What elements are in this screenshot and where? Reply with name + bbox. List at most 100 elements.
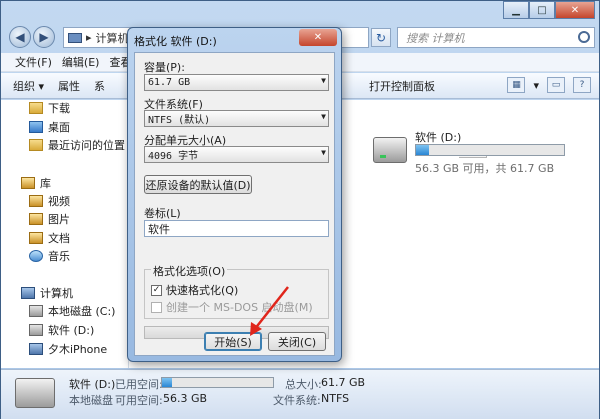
drive-usage-bar xyxy=(415,144,565,156)
drive-icon xyxy=(29,324,43,336)
allocation-value: 4096 字节 xyxy=(148,151,199,162)
refresh-icon: ↻ xyxy=(375,30,387,45)
drive-name: 软件 (D:) xyxy=(415,131,462,144)
nav-item-drive-c[interactable]: 本地磁盘 (C:) xyxy=(29,303,115,319)
phone-icon xyxy=(29,343,43,355)
nav-label: 夕木iPhone xyxy=(48,343,108,356)
capacity-select[interactable]: 61.7 GB ▼ xyxy=(144,74,329,91)
system-button-partial[interactable]: 系 xyxy=(94,78,105,94)
open-control-panel-button[interactable]: 打开控制面板 xyxy=(369,78,435,94)
status-drive-type: 本地磁盘 xyxy=(69,394,113,407)
change-view-icon[interactable]: ▦ xyxy=(507,77,526,93)
filesystem-value: NTFS (默认) xyxy=(148,115,211,126)
start-button[interactable]: 开始(S) xyxy=(204,332,262,351)
search-placeholder: 搜索 计算机 xyxy=(406,31,465,45)
nav-label: 计算机 xyxy=(40,287,73,300)
close-button[interactable]: 关闭(C) xyxy=(268,332,326,351)
view-dropdown-icon[interactable]: ▾ xyxy=(533,79,539,92)
nav-item-recent-places[interactable]: 最近访问的位置 xyxy=(29,137,125,153)
nav-item-desktop[interactable]: 桌面 xyxy=(29,119,70,135)
format-dialog: 格式化 软件 (D:) ✕ 容量(P): 61.7 GB ▼ 文件系统(F) N… xyxy=(127,27,342,362)
nav-label: 本地磁盘 (C:) xyxy=(48,305,116,318)
checkbox-checked-icon: ✓ xyxy=(151,284,162,296)
details-pane: 软件 (D:) 已用空间: 本地磁盘 可用空间: 56.3 GB 总大小: 61… xyxy=(1,369,599,419)
status-total-value: 61.7 GB xyxy=(321,376,366,389)
properties-button[interactable]: 属性 xyxy=(58,78,80,94)
nav-label: 桌面 xyxy=(48,121,70,134)
status-fs-value: NTFS xyxy=(321,392,350,405)
msdos-boot-disk-checkbox[interactable]: 创建一个 MS-DOS 启动盘(M) xyxy=(151,299,313,315)
nav-item-documents[interactable]: 文档 xyxy=(29,230,70,246)
preview-pane-icon[interactable]: ▭ xyxy=(547,77,565,93)
music-library-icon xyxy=(29,250,43,262)
nav-label: 库 xyxy=(40,177,51,190)
video-library-icon xyxy=(29,195,43,207)
library-icon xyxy=(21,177,35,189)
window-controls: ▁ □ ✕ xyxy=(503,1,595,19)
back-button[interactable]: ◀ xyxy=(9,26,31,48)
volume-label-value: 软件 xyxy=(148,222,170,236)
nav-item-drive-d[interactable]: 软件 (D:) xyxy=(29,322,94,338)
back-arrow-icon: ◀ xyxy=(15,30,25,44)
breadcrumb-chevron-icon: ▸ xyxy=(86,31,92,44)
nav-label: 下载 xyxy=(48,102,70,115)
nav-label: 图片 xyxy=(48,213,70,226)
status-free-label: 可用空间: xyxy=(115,394,163,407)
forward-arrow-icon: ▶ xyxy=(39,30,49,44)
drive-usage-fill xyxy=(416,145,430,155)
allocation-select[interactable]: 4096 字节 ▼ xyxy=(144,146,329,163)
nav-label: 音乐 xyxy=(48,250,70,263)
status-drive-name: 软件 (D:) xyxy=(69,378,116,391)
desktop-folder-icon xyxy=(29,121,43,133)
search-input[interactable]: 搜索 计算机 xyxy=(397,27,595,48)
nav-item-videos[interactable]: 视频 xyxy=(29,193,70,209)
organize-button[interactable]: 组织 ▾ xyxy=(13,78,44,94)
nav-item-downloads[interactable]: 下载 xyxy=(29,100,70,116)
nav-label: 最近访问的位置 xyxy=(48,139,125,152)
maximize-button[interactable]: □ xyxy=(529,1,555,19)
address-text: 计算机 xyxy=(95,31,129,45)
restore-defaults-button[interactable]: 还原设备的默认值(D) xyxy=(144,175,252,194)
computer-icon xyxy=(21,287,35,299)
nav-label: 软件 (D:) xyxy=(48,324,95,337)
nav-item-music[interactable]: 音乐 xyxy=(29,248,70,264)
close-window-button[interactable]: ✕ xyxy=(555,1,595,19)
explorer-titlebar: ▁ □ ✕ xyxy=(1,1,599,23)
nav-item-computer[interactable]: 计算机 xyxy=(21,285,73,301)
help-icon[interactable]: ? xyxy=(573,77,591,93)
status-usage-bar xyxy=(161,377,274,388)
volume-label-input[interactable]: 软件 xyxy=(144,220,329,237)
checkbox-unchecked-icon xyxy=(151,301,162,313)
chevron-down-icon: ▼ xyxy=(321,76,326,85)
search-icon xyxy=(578,31,590,43)
chevron-down-icon: ▼ xyxy=(321,112,326,121)
format-options-group: 格式化选项(O) ✓ 快速格式化(Q) 创建一个 MS-DOS 启动盘(M) xyxy=(144,263,329,319)
view-controls: ▦ ▾ ▭ ? xyxy=(507,77,591,93)
dialog-title: 格式化 软件 (D:) xyxy=(134,35,217,48)
chevron-down-icon: ▼ xyxy=(321,148,326,157)
menu-edit[interactable]: 编辑(E) xyxy=(62,54,100,70)
status-usage-fill xyxy=(162,378,172,387)
capacity-value: 61.7 GB xyxy=(148,77,191,88)
forward-button[interactable]: ▶ xyxy=(33,26,55,48)
menu-file[interactable]: 文件(F) xyxy=(15,54,52,70)
nav-item-libraries[interactable]: 库 xyxy=(21,175,51,191)
drive-tile-d[interactable]: 软件 (D:) 56.3 GB 可用，共 61.7 GB xyxy=(369,127,569,175)
nav-label: 视频 xyxy=(48,195,70,208)
capacity-label: 容量(P): xyxy=(144,61,185,74)
pictures-library-icon xyxy=(29,213,43,225)
status-used-label: 已用空间: xyxy=(115,378,163,391)
format-options-label: 格式化选项(O) xyxy=(151,263,228,279)
drive-icon xyxy=(373,137,407,163)
close-icon: ✕ xyxy=(313,32,323,43)
refresh-button[interactable]: ↻ xyxy=(371,28,391,47)
quick-format-checkbox[interactable]: ✓ 快速格式化(Q) xyxy=(151,282,238,298)
nav-item-iphone[interactable]: 夕木iPhone xyxy=(29,341,107,357)
minimize-button[interactable]: ▁ xyxy=(503,1,529,19)
drive-icon xyxy=(29,305,43,317)
dialog-close-button[interactable]: ✕ xyxy=(299,29,337,46)
status-free-value: 56.3 GB xyxy=(163,392,208,405)
nav-item-pictures[interactable]: 图片 xyxy=(29,211,70,227)
filesystem-select[interactable]: NTFS (默认) ▼ xyxy=(144,110,329,127)
status-fs-label: 文件系统: xyxy=(273,394,321,407)
